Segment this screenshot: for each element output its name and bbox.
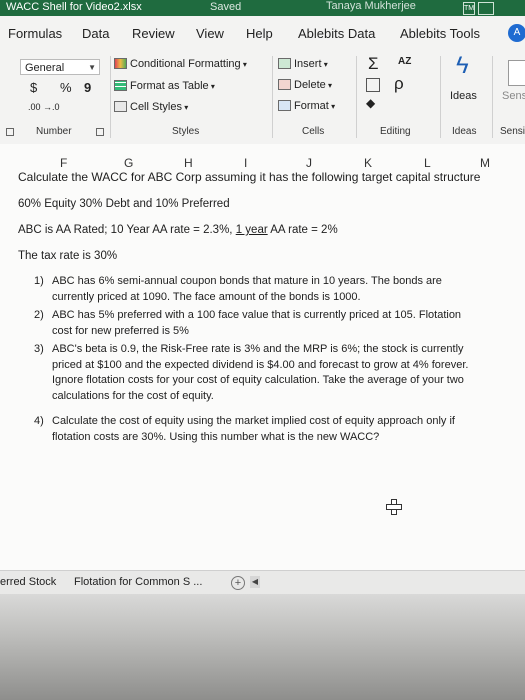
add-sheet-button[interactable]: + xyxy=(231,576,245,590)
ribbon-tabs: Formulas Data Review View Help Ablebits … xyxy=(0,16,525,52)
ribbon: Formulas Data Review View Help Ablebits … xyxy=(0,16,525,144)
tab-ablebits-data[interactable]: Ablebits Data xyxy=(298,26,375,41)
title-bar: WACC Shell for Video2.xlsx Saved Tanaya … xyxy=(0,0,525,16)
list-item: 2) ABC has 5% preferred with a 100 face … xyxy=(34,308,480,339)
delete-label: Delete xyxy=(294,79,326,91)
format-cells-icon xyxy=(278,100,291,111)
tab-ablebits-tools[interactable]: Ablebits Tools xyxy=(400,26,480,41)
number-format-dropdown[interactable]: General ▼ xyxy=(20,59,100,75)
ideas-group-label: Ideas xyxy=(452,126,477,137)
sort-filter-icon[interactable]: AZ xyxy=(398,56,411,67)
column-header[interactable]: M xyxy=(480,156,490,170)
sensitivity-group-label: Sensi xyxy=(500,126,525,137)
sheet-tab-bar: erred Stock Flotation for Common S ... +… xyxy=(0,570,525,595)
column-header[interactable]: I xyxy=(244,156,247,170)
insert-button[interactable]: Insert ▾ xyxy=(278,58,328,70)
sheet-tab[interactable]: erred Stock xyxy=(0,576,56,588)
decimal-buttons[interactable]: .00 →.0 xyxy=(28,102,60,112)
cell-styles-label: Cell Styles xyxy=(130,101,182,113)
percent-button[interactable]: % xyxy=(60,80,72,95)
find-select-icon[interactable]: ρ xyxy=(394,74,404,94)
tax-rate: The tax rate is 30% xyxy=(18,250,118,262)
worksheet-area[interactable]: F G H I J K L M Calculate the WACC for A… xyxy=(0,144,525,570)
format-button[interactable]: Format ▾ xyxy=(278,100,335,112)
format-label: Format xyxy=(294,100,329,112)
lightning-icon[interactable]: ϟ xyxy=(456,52,469,80)
number-group-label: Number xyxy=(36,126,72,137)
conditional-formatting-icon xyxy=(114,58,127,69)
delete-cells-icon xyxy=(278,79,291,90)
sensitivity-icon[interactable] xyxy=(508,60,525,86)
item-text: ABC's beta is 0.9, the Risk-Free rate is… xyxy=(52,343,469,402)
cell-styles-icon xyxy=(114,101,127,112)
ribbon-display-icon[interactable] xyxy=(478,2,494,15)
insert-cells-icon xyxy=(278,58,291,69)
rating-rates: ABC is AA Rated; 10 Year AA rate = 2.3%,… xyxy=(18,224,338,236)
item-number: 4) xyxy=(34,415,44,427)
dialog-launcher-icon[interactable] xyxy=(6,128,14,136)
cell-cursor-icon xyxy=(386,499,402,515)
cells-group-label: Cells xyxy=(302,126,325,137)
currency-button[interactable]: $ xyxy=(30,80,37,95)
conditional-formatting-label: Conditional Formatting xyxy=(130,58,241,70)
group-divider xyxy=(272,56,273,138)
list-item: 3) ABC's beta is 0.9, the Risk-Free rate… xyxy=(34,342,480,404)
group-divider xyxy=(440,56,441,138)
sheet-tab[interactable]: Flotation for Common S ... xyxy=(74,576,202,588)
comma-style-button[interactable]: 9 xyxy=(84,80,91,95)
conditional-formatting-button[interactable]: Conditional Formatting ▾ xyxy=(114,58,247,70)
column-header[interactable]: G xyxy=(124,156,133,170)
account-icon[interactable]: A xyxy=(508,24,525,42)
group-divider xyxy=(492,56,493,138)
number-dialog-launcher-icon[interactable] xyxy=(96,128,104,136)
table-icon xyxy=(114,80,127,91)
sensitivity-button[interactable]: Sens xyxy=(502,90,525,102)
item-text: ABC has 6% semi-annual coupon bonds that… xyxy=(52,275,442,303)
user-name[interactable]: Tanaya Mukherjee xyxy=(326,0,416,12)
tab-formulas[interactable]: Formulas xyxy=(8,26,62,41)
tab-review[interactable]: Review xyxy=(132,26,175,41)
tab-data[interactable]: Data xyxy=(82,26,109,41)
user-initials-badge[interactable]: TM xyxy=(463,2,475,15)
excel-window: WACC Shell for Video2.xlsx Saved Tanaya … xyxy=(0,0,525,700)
rating-rates-b: 1 year xyxy=(235,224,268,236)
styles-group-label: Styles xyxy=(172,126,200,137)
column-header[interactable]: F xyxy=(60,156,67,170)
number-format-value: General xyxy=(25,62,65,74)
autosum-icon[interactable]: Σ xyxy=(368,54,379,74)
item-number: 1) xyxy=(34,275,44,287)
column-header[interactable]: H xyxy=(184,156,193,170)
item-number: 3) xyxy=(34,343,44,355)
tab-view[interactable]: View xyxy=(196,26,224,41)
ideas-button[interactable]: Ideas xyxy=(450,90,477,102)
format-as-table-button[interactable]: Format as Table ▾ xyxy=(114,80,215,92)
rating-rates-c: AA rate = 2% xyxy=(270,224,338,236)
format-as-table-label: Format as Table xyxy=(130,80,209,92)
delete-button[interactable]: Delete ▾ xyxy=(278,79,332,91)
editing-group-label: Editing xyxy=(380,126,411,137)
item-text: ABC has 5% preferred with a 100 face val… xyxy=(52,309,462,337)
item-number: 2) xyxy=(34,309,44,321)
chevron-down-icon: ▼ xyxy=(88,63,96,72)
file-title: WACC Shell for Video2.xlsx xyxy=(6,1,142,13)
desk-surface xyxy=(0,594,525,700)
column-header[interactable]: L xyxy=(424,156,431,170)
item-text: Calculate the cost of equity using the m… xyxy=(52,415,455,443)
insert-label: Insert xyxy=(294,58,322,70)
group-divider xyxy=(110,56,111,138)
tab-help[interactable]: Help xyxy=(246,26,273,41)
clear-icon[interactable]: ◆ xyxy=(366,96,375,110)
scroll-right-icon[interactable]: ◀ xyxy=(250,576,260,588)
column-header[interactable]: J xyxy=(306,156,312,170)
rating-rates-a: ABC is AA Rated; 10 Year AA rate = 2.3%, xyxy=(18,224,233,236)
saved-status: Saved xyxy=(210,1,242,13)
list-item: 4) Calculate the cost of equity using th… xyxy=(34,414,480,445)
capital-structure: 60% Equity 30% Debt and 10% Preferred xyxy=(18,198,230,210)
group-divider xyxy=(356,56,357,138)
cell-styles-button[interactable]: Cell Styles ▾ xyxy=(114,101,188,113)
column-header[interactable]: K xyxy=(364,156,372,170)
list-item: 1) ABC has 6% semi-annual coupon bonds t… xyxy=(34,274,480,305)
problem-title: Calculate the WACC for ABC Corp assuming… xyxy=(18,170,481,184)
fill-icon[interactable] xyxy=(366,78,380,92)
